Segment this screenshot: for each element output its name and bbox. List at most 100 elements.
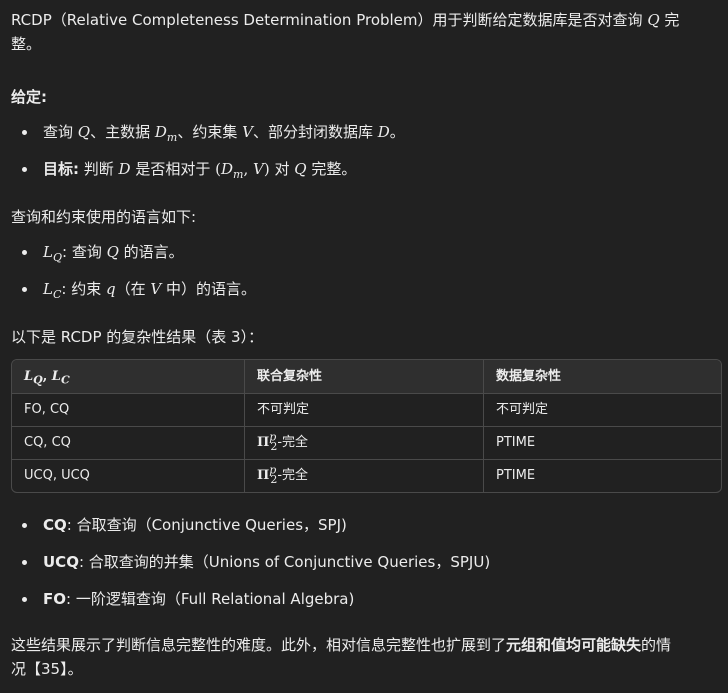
math-q: Q bbox=[647, 11, 660, 29]
math-base: L bbox=[51, 368, 61, 384]
emphasis: 元组和值均可能缺失 bbox=[506, 636, 642, 654]
math-sub: Q bbox=[33, 373, 43, 387]
text: 查询 bbox=[43, 123, 78, 141]
bullet-icon bbox=[22, 523, 27, 528]
text: 、部分封闭数据库 bbox=[252, 123, 378, 141]
header-languages: LQ, LC bbox=[12, 360, 245, 394]
intro-suffix-2: 整。 bbox=[11, 35, 42, 53]
bullet-icon bbox=[22, 560, 27, 565]
text: -完全 bbox=[277, 435, 309, 450]
complexity-table: LQ, LC 联合复杂性 数据复杂性 FO, CQ 不可判定 不可判定 CQ, … bbox=[11, 359, 722, 493]
table-row: FO, CQ 不可判定 不可判定 bbox=[12, 393, 721, 427]
math-dm: Dm bbox=[220, 160, 244, 181]
list-item: LC: 约束 q（在 V 中）的语言。 bbox=[11, 277, 723, 303]
math-pi: Πp2 bbox=[257, 432, 277, 452]
definition-desc: : 合取查询的并集（Unions of Conjunctive Queries，… bbox=[78, 553, 491, 571]
results-intro: 以下是 RCDP 的复杂性结果（表 3）： bbox=[11, 328, 264, 346]
math-base: D bbox=[220, 160, 234, 178]
header-combined-complexity: 联合复杂性 bbox=[244, 360, 484, 394]
math-v: V bbox=[253, 160, 264, 178]
cell-data: PTIME bbox=[496, 468, 536, 483]
text: -完全 bbox=[277, 468, 309, 483]
math-pi: Πp2 bbox=[257, 465, 277, 485]
math-lc: LC bbox=[43, 280, 61, 300]
math-sub: Q bbox=[52, 251, 62, 264]
math-q: Q bbox=[294, 160, 307, 178]
intro-suffix: 完 bbox=[659, 11, 680, 29]
math-sub: m bbox=[166, 131, 178, 144]
list-item: 查询 Q、主数据 Dm、约束集 V、部分封闭数据库 D。 bbox=[11, 120, 723, 146]
math-q: Q bbox=[106, 243, 119, 261]
languages-intro: 查询和约束使用的语言如下: bbox=[11, 208, 197, 226]
intro-text: RCDP（Relative Completeness Determination… bbox=[11, 11, 643, 29]
cell-combined: Πp2-完全 bbox=[244, 426, 484, 460]
text: 的语言。 bbox=[118, 243, 184, 261]
text: 中）的语言。 bbox=[161, 280, 256, 298]
text: 、约束集 bbox=[177, 123, 243, 141]
text: 况【35】。 bbox=[11, 660, 83, 678]
math-lc: LC bbox=[51, 368, 70, 387]
bullet-icon bbox=[22, 287, 27, 292]
intro-paragraph: RCDP（Relative Completeness Determination… bbox=[11, 8, 723, 56]
cell-combined: 不可判定 bbox=[244, 393, 484, 427]
math-lq: LQ bbox=[43, 243, 62, 264]
bullet-icon bbox=[22, 130, 27, 135]
table-header-row: LQ, LC 联合复杂性 数据复杂性 bbox=[12, 360, 721, 394]
math-base: L bbox=[43, 280, 53, 298]
math-sub: m bbox=[233, 168, 244, 181]
goal-label: 目标: bbox=[43, 160, 79, 178]
text: 。 bbox=[389, 123, 405, 141]
cell-languages: CQ, CQ bbox=[12, 426, 245, 460]
definition-term: FO bbox=[43, 590, 66, 608]
list-item: FO: 一阶逻辑查询（Full Relational Algebra) bbox=[11, 587, 723, 613]
definitions-list: CQ: 合取查询（Conjunctive Queries，SPJ) UCQ: 合… bbox=[11, 513, 723, 613]
given-list: 查询 Q、主数据 Dm、约束集 V、部分封闭数据库 D。 目标: 判断 D 是否… bbox=[11, 120, 723, 183]
list-item: 目标: 判断 D 是否相对于 (Dm, V) 对 Q 完整。 bbox=[11, 157, 723, 183]
list-item: UCQ: 合取查询的并集（Unions of Conjunctive Queri… bbox=[11, 550, 723, 576]
math-base: D bbox=[154, 123, 167, 141]
math-lq: LQ bbox=[24, 368, 43, 387]
text: 完整。 bbox=[306, 160, 357, 178]
math-sub: C bbox=[60, 373, 70, 387]
bullet-icon bbox=[22, 597, 27, 602]
cell-combined: Πp2-完全 bbox=[244, 459, 484, 492]
text: 判断 bbox=[79, 160, 119, 178]
math-base: L bbox=[24, 368, 34, 384]
math-base: Π bbox=[257, 435, 270, 450]
table-row: UCQ, UCQ Πp2-完全 PTIME bbox=[12, 459, 721, 492]
text: （在 bbox=[115, 280, 151, 298]
chat-message: RCDP（Relative Completeness Determination… bbox=[0, 0, 728, 693]
cell-languages: UCQ, UCQ bbox=[12, 459, 245, 492]
bullet-icon bbox=[22, 167, 27, 172]
given-heading: 给定: bbox=[11, 88, 47, 106]
cell-data: 不可判定 bbox=[483, 393, 721, 427]
definition-desc: : 合取查询（Conjunctive Queries，SPJ) bbox=[66, 516, 347, 534]
math-d: D bbox=[377, 123, 390, 141]
math-v: V bbox=[150, 280, 162, 298]
definition-desc: : 一阶逻辑查询（Full Relational Algebra) bbox=[66, 590, 355, 608]
math-base: Π bbox=[257, 468, 270, 483]
math-q: Q bbox=[77, 123, 91, 141]
text: 、主数据 bbox=[90, 123, 155, 141]
list-item: LQ: 查询 Q 的语言。 bbox=[11, 240, 723, 266]
table-row: CQ, CQ Πp2-完全 PTIME bbox=[12, 426, 721, 460]
cell-data: PTIME bbox=[483, 426, 721, 460]
text: 对 bbox=[269, 160, 295, 178]
definition-term: UCQ bbox=[43, 553, 79, 571]
math-d: D bbox=[118, 160, 131, 178]
math-comma: , bbox=[42, 368, 52, 384]
math-q-lower: q bbox=[105, 280, 116, 298]
definition-term: CQ bbox=[43, 516, 67, 534]
conclusion-paragraph: 这些结果展示了判断信息完整性的难度。此外，相对信息完整性也扩展到了元组和值均可能… bbox=[11, 633, 723, 681]
bullet-icon bbox=[22, 250, 27, 255]
math-base: L bbox=[43, 243, 53, 261]
text: 这些结果展示了判断信息完整性的难度。此外，相对信息完整性也扩展到了 bbox=[11, 636, 507, 654]
math-comma: , bbox=[243, 160, 253, 178]
math-v: V bbox=[242, 123, 253, 141]
header-data-complexity: 数据复杂性 bbox=[483, 360, 721, 394]
table: LQ, LC 联合复杂性 数据复杂性 FO, CQ 不可判定 不可判定 CQ, … bbox=[12, 360, 721, 492]
text: 的情 bbox=[641, 636, 672, 654]
text: : 查询 bbox=[62, 243, 107, 261]
cell-languages: FO, CQ bbox=[12, 393, 245, 427]
math-dm: Dm bbox=[154, 123, 178, 144]
